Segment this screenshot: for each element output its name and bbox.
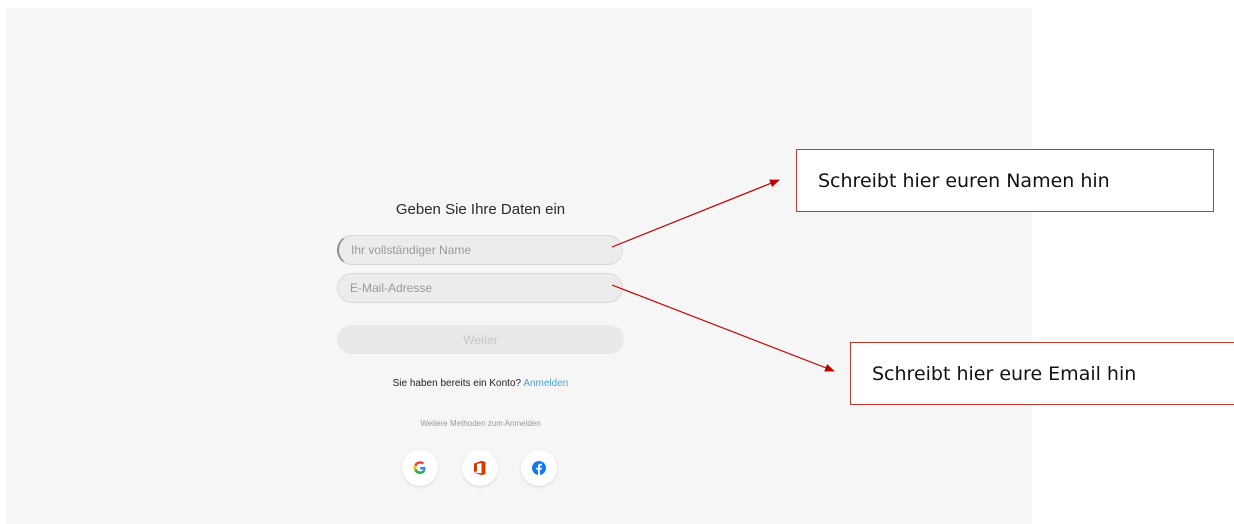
annotation-arrows <box>611 179 835 372</box>
email-arrow <box>611 284 835 372</box>
name-arrow <box>611 179 780 248</box>
name-callout: Schreibt hier euren Namen hin <box>796 149 1214 212</box>
email-callout: Schreibt hier eure Email hin <box>850 342 1234 405</box>
email-callout-text: Schreibt hier eure Email hin <box>872 362 1137 385</box>
name-callout-text: Schreibt hier euren Namen hin <box>818 169 1110 192</box>
